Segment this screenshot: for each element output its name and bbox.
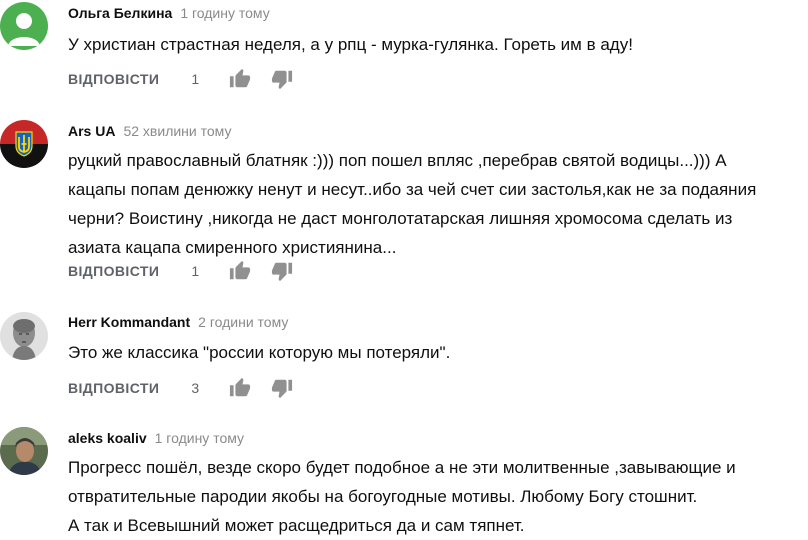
comment-timestamp[interactable]: 52 хвилини тому xyxy=(123,123,231,139)
comment-timestamp[interactable]: 2 години тому xyxy=(198,314,288,330)
thumbs-up-icon[interactable] xyxy=(229,377,251,399)
comment-actions: ВІДПОВІСТИ 1 xyxy=(68,259,293,283)
reply-button[interactable]: ВІДПОВІСТИ xyxy=(68,71,159,87)
author-name[interactable]: aleks koaliv xyxy=(68,430,147,446)
comment-actions: ВІДПОВІСТИ 1 xyxy=(68,67,293,91)
like-count: 1 xyxy=(191,71,200,87)
author-name[interactable]: Ольга Белкина xyxy=(68,5,172,21)
author-name[interactable]: Herr Kommandant xyxy=(68,314,190,330)
like-count: 3 xyxy=(191,380,200,396)
thumbs-up-icon[interactable] xyxy=(229,68,251,90)
author-name[interactable]: Ars UA xyxy=(68,123,115,139)
avatar[interactable] xyxy=(0,312,48,360)
comment: Herr Kommandant 2 години тому Это же клас… xyxy=(0,310,808,410)
comment-header: Herr Kommandant 2 години тому xyxy=(68,312,288,333)
avatar[interactable] xyxy=(0,427,48,475)
comment-actions: ВІДПОВІСТИ 3 xyxy=(68,376,293,400)
comment-header: Ольга Белкина 1 годину тому xyxy=(68,3,270,24)
comment-header: Ars UA 52 хвилини тому xyxy=(68,121,231,142)
comment-text: У христиан страстная неделя, а у рпц - м… xyxy=(68,35,633,54)
comment: Ars UA 52 хвилини тому руцкий православны… xyxy=(0,118,808,288)
avatar[interactable] xyxy=(0,2,48,50)
comment-timestamp[interactable]: 1 годину тому xyxy=(155,430,244,446)
thumbs-down-icon[interactable] xyxy=(271,377,293,399)
comment-timestamp[interactable]: 1 годину тому xyxy=(180,5,269,21)
thumbs-up-icon[interactable] xyxy=(229,260,251,282)
comment: Ольга Белкина 1 годину тому У христиан ст… xyxy=(0,0,808,110)
like-count: 1 xyxy=(191,263,200,279)
comment-text: руцкий православный блатняк :))) поп пош… xyxy=(68,151,757,257)
comment-header: aleks koaliv 1 годину тому xyxy=(68,428,244,449)
reply-button[interactable]: ВІДПОВІСТИ xyxy=(68,380,159,396)
reply-button[interactable]: ВІДПОВІСТИ xyxy=(68,263,159,279)
thumbs-down-icon[interactable] xyxy=(271,260,293,282)
comment-text: Это же классика "россии которую мы потер… xyxy=(68,343,451,362)
thumbs-down-icon[interactable] xyxy=(271,68,293,90)
comment-text: Прогресс пошёл, везде скоро будет подобн… xyxy=(68,458,736,535)
comment: aleks koaliv 1 годину тому Прогресс пошёл… xyxy=(0,427,808,535)
avatar[interactable] xyxy=(0,120,48,168)
